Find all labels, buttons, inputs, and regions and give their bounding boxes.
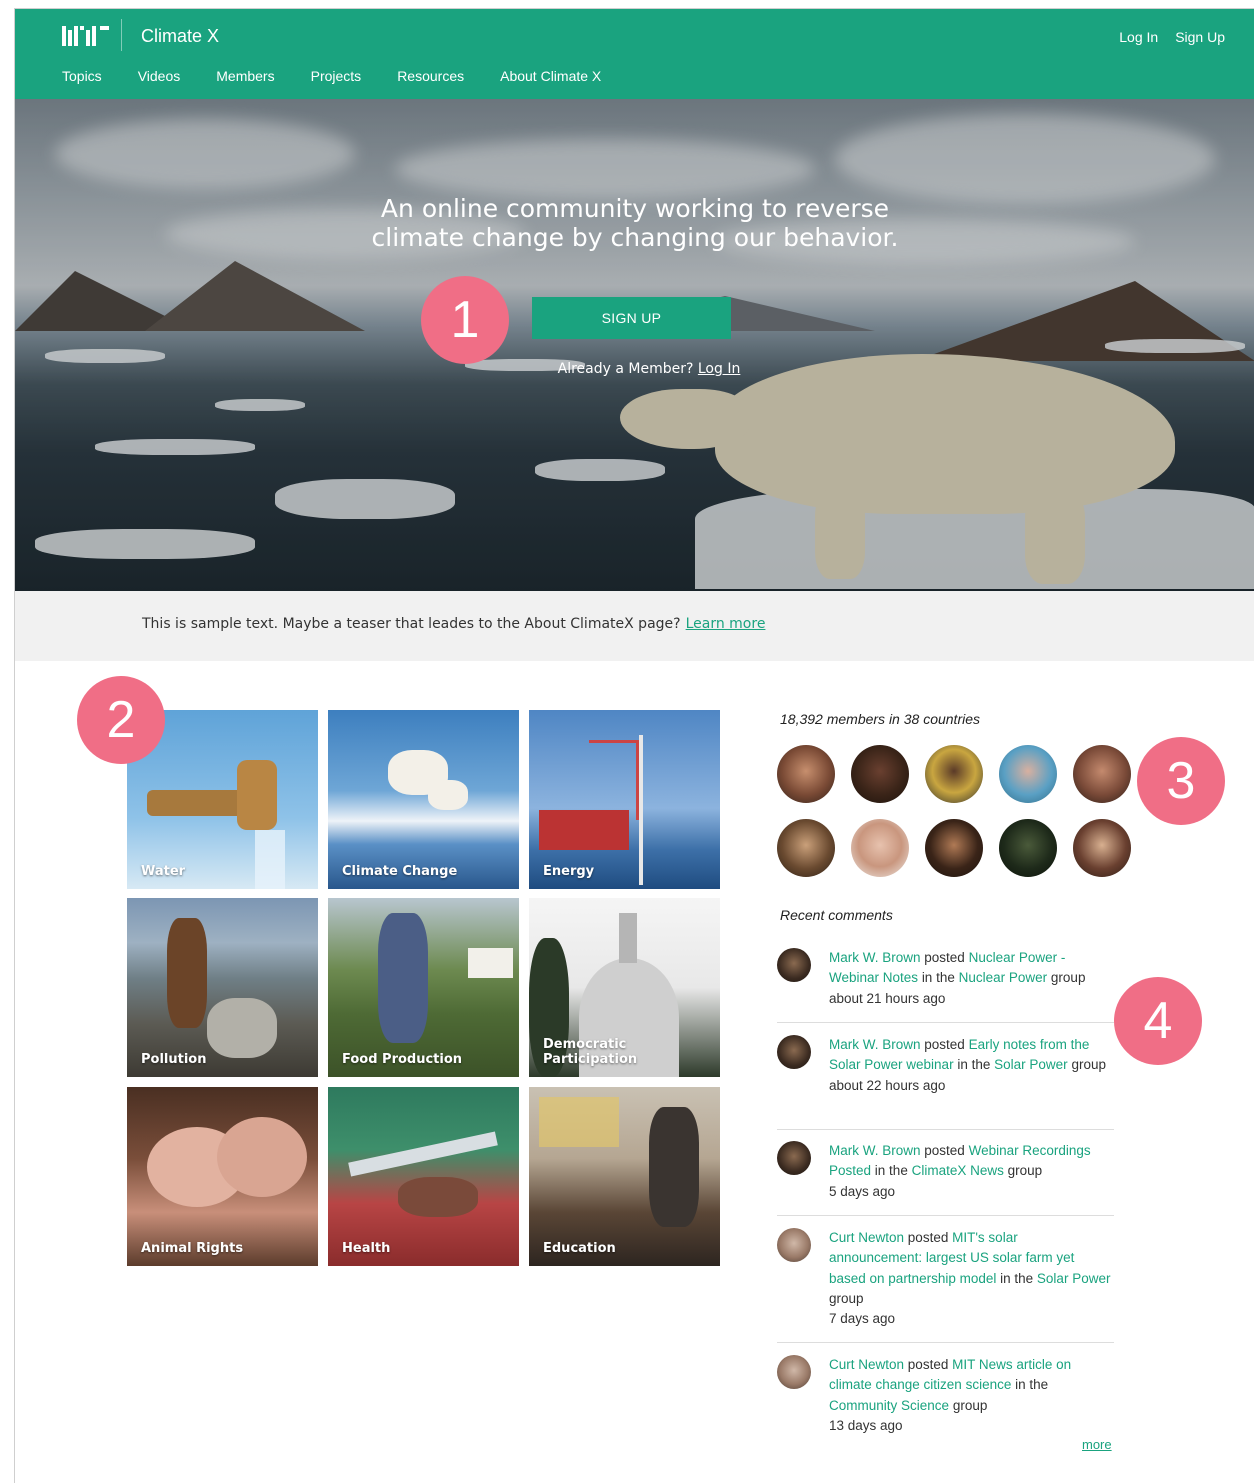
topic-tile-food-production[interactable]: Food Production xyxy=(328,898,519,1077)
commenter-avatar[interactable] xyxy=(777,948,811,982)
group-link[interactable]: Community Science xyxy=(829,1398,949,1413)
hero-login-link[interactable]: Log In xyxy=(698,361,740,377)
mit-logo[interactable] xyxy=(62,26,109,46)
member-avatar[interactable] xyxy=(851,745,909,803)
member-avatar[interactable] xyxy=(851,819,909,877)
group-link[interactable]: Solar Power xyxy=(1037,1271,1111,1286)
comment-item: Mark W. Brown posted Webinar Recordings … xyxy=(777,1141,1114,1202)
topic-label: Animal Rights xyxy=(141,1241,244,1256)
commenter-avatar[interactable] xyxy=(777,1141,811,1175)
hero-headline: An online community working to reverse c… xyxy=(371,194,899,252)
member-avatar[interactable] xyxy=(1073,745,1131,803)
comment-item: Curt Newton posted MIT's solar announcem… xyxy=(777,1228,1114,1329)
topic-tile-education[interactable]: Education xyxy=(529,1087,720,1266)
topic-label: Climate Change xyxy=(342,864,458,879)
comment-divider xyxy=(777,1129,1114,1130)
nav-projects[interactable]: Projects xyxy=(311,68,362,94)
page-frame: Climate X Log In Sign Up Topics Videos M… xyxy=(14,8,1254,1483)
member-avatar[interactable] xyxy=(925,745,983,803)
comment-item: Mark W. Brown posted Nuclear Power - Web… xyxy=(777,948,1114,1009)
topic-tile-health[interactable]: Health xyxy=(328,1087,519,1266)
callout-3: 3 xyxy=(1137,737,1225,825)
member-avatar[interactable] xyxy=(999,819,1057,877)
comment-divider xyxy=(777,1022,1114,1023)
group-link[interactable]: ClimateX News xyxy=(912,1163,1004,1178)
nav-about[interactable]: About Climate X xyxy=(500,68,601,94)
already-member: Already a Member? Log In xyxy=(557,361,741,377)
commenter-link[interactable]: Curt Newton xyxy=(829,1357,904,1372)
members-count: 18,392 members in 38 countries xyxy=(780,711,980,727)
topic-label: Education xyxy=(543,1241,616,1256)
topic-tile-climate-change[interactable]: Climate Change xyxy=(328,710,519,889)
topic-tile-democratic-participation[interactable]: Democratic Participation xyxy=(529,898,720,1077)
site-header: Climate X Log In Sign Up Topics Videos M… xyxy=(15,9,1254,103)
member-avatar[interactable] xyxy=(1073,819,1131,877)
comment-time: about 21 hours ago xyxy=(829,990,946,1006)
topic-label: Democratic Participation xyxy=(543,1037,638,1067)
hero-banner: An online community working to reverse c… xyxy=(15,99,1254,591)
comment-time: about 22 hours ago xyxy=(829,1077,946,1093)
comment-divider xyxy=(777,1342,1114,1343)
comment-divider xyxy=(777,1215,1114,1216)
callout-2: 2 xyxy=(77,676,165,764)
site-brand[interactable]: Climate X xyxy=(141,26,219,47)
more-comments-link[interactable]: more xyxy=(1082,1437,1112,1452)
topic-label: Pollution xyxy=(141,1052,207,1067)
account-links: Log In Sign Up xyxy=(1119,29,1225,45)
topic-label: Energy xyxy=(543,864,595,879)
member-avatar[interactable] xyxy=(925,819,983,877)
learn-more-link[interactable]: Learn more xyxy=(686,616,766,632)
nav-members[interactable]: Members xyxy=(204,68,292,103)
topic-tile-energy[interactable]: Energy xyxy=(529,710,720,889)
signup-link[interactable]: Sign Up xyxy=(1175,29,1225,45)
commenter-link[interactable]: Curt Newton xyxy=(829,1230,904,1245)
login-link[interactable]: Log In xyxy=(1119,29,1158,45)
topic-label: Water xyxy=(141,864,186,879)
topic-tile-pollution[interactable]: Pollution xyxy=(127,898,318,1077)
main-nav: Topics Videos Members Projects Resources… xyxy=(62,68,637,103)
nav-videos[interactable]: Videos xyxy=(138,68,181,94)
commenter-link[interactable]: Mark W. Brown xyxy=(829,1037,921,1052)
teaser-bar: This is sample text. Maybe a teaser that… xyxy=(15,591,1254,661)
comment-item: Curt Newton posted MIT News article on c… xyxy=(777,1355,1114,1436)
member-avatar[interactable] xyxy=(999,745,1057,803)
member-avatar[interactable] xyxy=(777,819,835,877)
topic-tile-animal-rights[interactable]: Animal Rights xyxy=(127,1087,318,1266)
member-avatar[interactable] xyxy=(777,745,835,803)
comment-time: 7 days ago xyxy=(829,1311,896,1327)
commenter-avatar[interactable] xyxy=(777,1035,811,1069)
comment-item: Mark W. Brown posted Early notes from th… xyxy=(777,1035,1114,1096)
logo-divider xyxy=(121,19,122,51)
commenter-avatar[interactable] xyxy=(777,1228,811,1262)
comment-time: 13 days ago xyxy=(829,1417,903,1433)
nav-resources[interactable]: Resources xyxy=(397,68,464,94)
topic-label: Health xyxy=(342,1241,391,1256)
callout-4: 4 xyxy=(1114,977,1202,1065)
commenter-link[interactable]: Mark W. Brown xyxy=(829,1143,921,1158)
group-link[interactable]: Nuclear Power xyxy=(959,970,1048,985)
commenter-avatar[interactable] xyxy=(777,1355,811,1389)
comment-time: 5 days ago xyxy=(829,1183,896,1199)
topic-label: Food Production xyxy=(342,1052,463,1067)
teaser-text: This is sample text. Maybe a teaser that… xyxy=(142,616,766,632)
hero-signup-button[interactable]: SIGN UP xyxy=(532,297,731,339)
commenter-link[interactable]: Mark W. Brown xyxy=(829,950,921,965)
nav-topics[interactable]: Topics xyxy=(62,68,102,94)
recent-comments-title: Recent comments xyxy=(780,907,893,923)
group-link[interactable]: Solar Power xyxy=(994,1057,1068,1072)
callout-1: 1 xyxy=(421,276,509,364)
